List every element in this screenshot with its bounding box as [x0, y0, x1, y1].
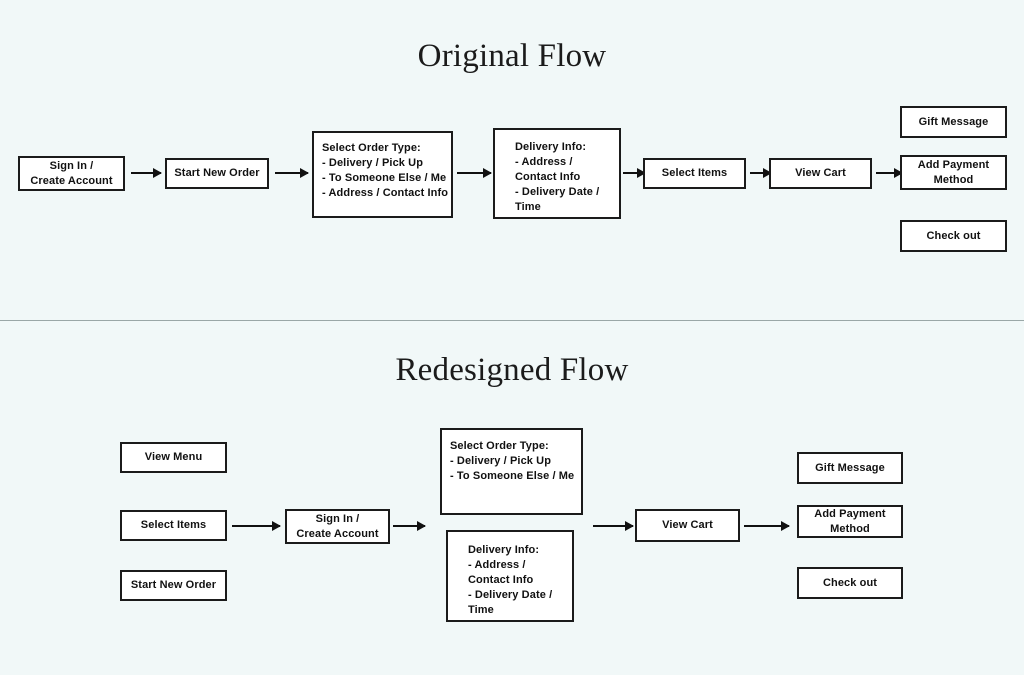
- node-label-line-1: Delivery Info:: [468, 544, 540, 556]
- node-redesigned-select-order-type[interactable]: Select Order Type: - Delivery / Pick Up …: [440, 428, 583, 515]
- node-label-line-1: Add Payment: [814, 507, 886, 520]
- arrow-sign-in-to-order-details: [393, 525, 425, 527]
- arrow-view-cart-to-add-payment-method: [876, 172, 902, 174]
- node-label-line-2: - Address /: [468, 559, 526, 571]
- node-original-sign-in-create-account[interactable]: Sign In / Create Account: [18, 156, 125, 191]
- node-label-line-5: Time: [515, 201, 541, 213]
- section-divider: [0, 320, 1024, 321]
- node-redesigned-select-items[interactable]: Select Items: [120, 510, 227, 541]
- node-label-line-3: Contact Info: [468, 574, 534, 586]
- node-original-add-payment-method[interactable]: Add Payment Method: [900, 155, 1007, 190]
- node-label-line-1: View Cart: [795, 167, 846, 179]
- arrow-select-items-to-view-cart: [750, 172, 771, 174]
- node-label-line-4: - Delivery Date /: [468, 589, 553, 601]
- node-label-line-1: Start New Order: [130, 579, 217, 591]
- node-original-gift-message[interactable]: Gift Message: [900, 106, 1007, 138]
- node-label-line-1: View Cart: [662, 519, 713, 531]
- node-label-line-2: Create Account: [30, 174, 113, 187]
- node-original-select-items[interactable]: Select Items: [643, 158, 746, 189]
- node-label-line-3: Contact Info: [515, 171, 581, 183]
- node-label-line-4: - Delivery Date /: [515, 186, 600, 198]
- node-label-line-3: - To Someone Else / Me: [450, 470, 575, 482]
- node-label-line-1: Gift Message: [815, 461, 885, 474]
- node-label-line-2: - Delivery / Pick Up: [450, 455, 552, 467]
- node-label-line-2: Method: [830, 522, 870, 535]
- node-redesigned-view-cart[interactable]: View Cart: [635, 509, 740, 542]
- node-label-line-1: Select Items: [140, 519, 207, 531]
- arrow-order-details-to-view-cart: [593, 525, 633, 527]
- node-label-line-5: Time: [468, 604, 494, 616]
- node-label-line-1: Check out: [926, 229, 981, 242]
- node-label-line-1: Add Payment: [917, 158, 990, 171]
- node-label-line-1: Start New Order: [174, 167, 260, 179]
- node-label-line-2: Create Account: [296, 527, 379, 540]
- node-redesigned-check-out[interactable]: Check out: [797, 567, 903, 599]
- arrow-select-order-type-to-delivery-info: [457, 172, 491, 174]
- node-original-view-cart[interactable]: View Cart: [769, 158, 872, 189]
- node-original-check-out[interactable]: Check out: [900, 220, 1007, 252]
- node-label-line-1: Select Order Type:: [450, 440, 549, 452]
- original-flow-title: Original Flow: [417, 38, 607, 74]
- redesigned-flow-title: Redesigned Flow: [395, 352, 629, 388]
- node-redesigned-view-menu[interactable]: View Menu: [120, 442, 227, 473]
- node-label-line-1: Select Order Type:: [322, 142, 421, 154]
- node-label-line-1: Select Items: [661, 167, 728, 179]
- node-label-line-1: Sign In /: [49, 159, 94, 172]
- node-label-line-3: - To Someone Else / Me: [322, 172, 447, 184]
- node-label-line-1: View Menu: [144, 451, 203, 463]
- node-label-line-2: - Delivery / Pick Up: [322, 157, 424, 169]
- node-redesigned-start-new-order[interactable]: Start New Order: [120, 570, 227, 601]
- arrow-select-items-to-sign-in: [232, 525, 280, 527]
- node-original-delivery-info[interactable]: Delivery Info: - Address / Contact Info …: [493, 128, 621, 219]
- node-redesigned-sign-in-create-account[interactable]: Sign In / Create Account: [285, 509, 390, 544]
- node-label-line-2: - Address /: [515, 156, 573, 168]
- node-label-line-1: Check out: [822, 576, 878, 589]
- arrow-delivery-info-to-select-items: [623, 172, 645, 174]
- arrow-view-cart-to-checkout-options: [744, 525, 789, 527]
- node-original-select-order-type[interactable]: Select Order Type: - Delivery / Pick Up …: [312, 131, 453, 218]
- node-label-line-4: - Address / Contact Info: [322, 187, 449, 199]
- arrow-start-new-order-to-select-order-type: [275, 172, 308, 174]
- node-redesigned-add-payment-method[interactable]: Add Payment Method: [797, 505, 903, 538]
- node-label-line-1: Delivery Info:: [515, 141, 587, 153]
- node-redesigned-gift-message[interactable]: Gift Message: [797, 452, 903, 484]
- node-original-start-new-order[interactable]: Start New Order: [165, 158, 269, 189]
- node-label-line-1: Sign In /: [315, 512, 360, 525]
- node-label-line-1: Gift Message: [918, 115, 989, 128]
- node-label-line-2: Method: [933, 173, 974, 186]
- flow-diagram-canvas: Original Flow Sign In / Create Account S…: [0, 0, 1024, 675]
- arrow-sign-in-to-start-new-order: [131, 172, 161, 174]
- node-redesigned-delivery-info[interactable]: Delivery Info: - Address / Contact Info …: [446, 530, 574, 622]
